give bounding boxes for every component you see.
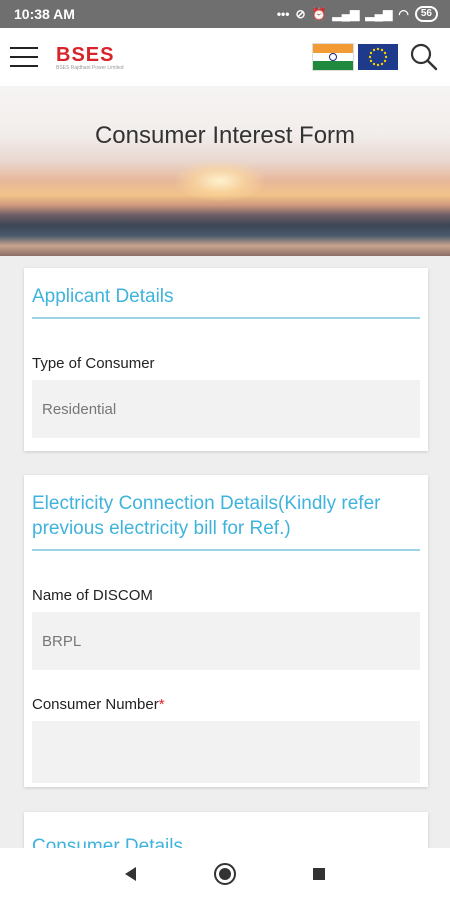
signal-icon-2: ▂▄▆ bbox=[365, 7, 393, 21]
discom-label: Name of DISCOM bbox=[32, 587, 153, 604]
no-sync-icon: ⊘ bbox=[295, 7, 306, 21]
section-title-applicant: Applicant Details bbox=[32, 268, 420, 319]
india-flag-icon bbox=[312, 43, 354, 71]
type-of-consumer-value: Residential bbox=[42, 400, 117, 418]
battery-indicator: 56 bbox=[414, 6, 438, 22]
discom-select[interactable]: BRPL bbox=[32, 612, 420, 670]
bses-logo: BSES BSES Rajdhani Power Limited bbox=[56, 44, 124, 71]
electricity-connection-card: Electricity Connection Details(Kindly re… bbox=[24, 475, 428, 787]
alarm-icon: ⏰ bbox=[311, 7, 327, 21]
home-circle-icon[interactable] bbox=[213, 862, 237, 886]
section-title-electricity: Electricity Connection Details(Kindly re… bbox=[32, 475, 420, 551]
hamburger-menu-icon[interactable] bbox=[10, 47, 38, 67]
status-time: 10:38 AM bbox=[14, 6, 75, 22]
wifi-icon: ◠ bbox=[398, 7, 409, 21]
system-nav-bar bbox=[0, 848, 450, 900]
logo-subtitle: BSES Rajdhani Power Limited bbox=[56, 64, 124, 71]
app-bar: BSES BSES Rajdhani Power Limited bbox=[0, 28, 450, 86]
consumer-number-label: Consumer Number* bbox=[32, 696, 165, 713]
recents-square-icon[interactable] bbox=[307, 862, 331, 886]
logo-text: BSES bbox=[56, 43, 115, 66]
app-bar-actions bbox=[312, 41, 440, 73]
status-icons: ••• ⊘ ⏰ ▂▄▆ ▂▄▆ ◠ 56 bbox=[277, 6, 438, 22]
type-of-consumer-select[interactable]: Residential bbox=[32, 380, 420, 438]
back-triangle-icon[interactable] bbox=[119, 862, 143, 886]
applicant-details-card: Applicant Details Type of Consumer Resid… bbox=[24, 268, 428, 451]
discom-value: BRPL bbox=[42, 632, 82, 650]
type-of-consumer-label: Type of Consumer bbox=[32, 355, 155, 372]
status-bar: 10:38 AM ••• ⊘ ⏰ ▂▄▆ ▂▄▆ ◠ 56 bbox=[0, 0, 450, 28]
signal-icon: ▂▄▆ bbox=[332, 7, 360, 21]
hero-banner: Consumer Interest Form bbox=[0, 86, 450, 256]
page-title: Consumer Interest Form bbox=[94, 122, 356, 149]
required-asterisk: * bbox=[158, 696, 165, 713]
consumer-number-input[interactable] bbox=[32, 721, 420, 783]
more-dots-icon: ••• bbox=[276, 7, 290, 21]
eu-flag-icon bbox=[358, 44, 398, 70]
sunset-image bbox=[175, 161, 265, 201]
search-icon[interactable] bbox=[408, 41, 440, 73]
